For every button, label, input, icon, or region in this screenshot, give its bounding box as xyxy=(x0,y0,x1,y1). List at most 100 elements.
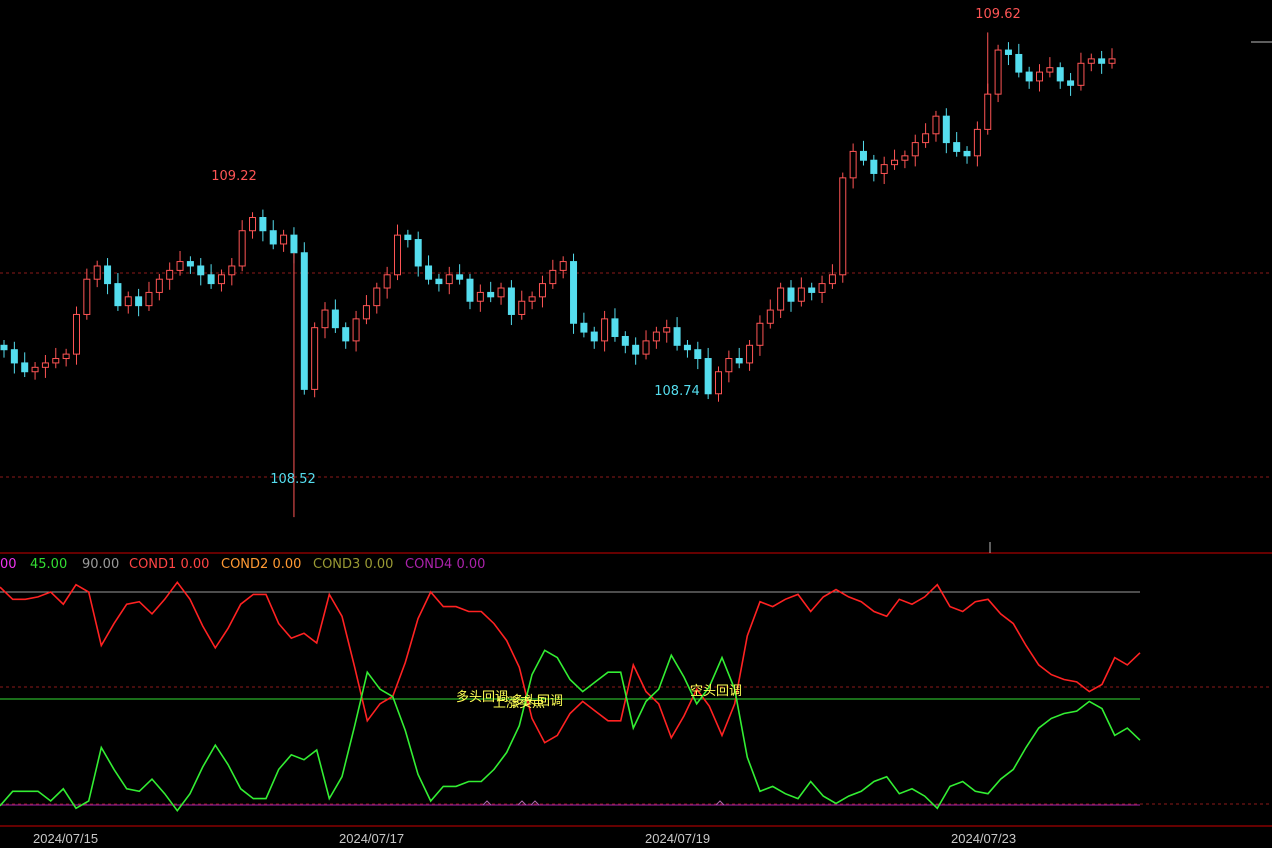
candle-body xyxy=(891,159,899,166)
candle-body xyxy=(538,283,546,298)
candle-body xyxy=(942,115,950,144)
candle-body xyxy=(331,309,339,329)
candle-body xyxy=(859,150,867,161)
candle-body xyxy=(973,128,981,157)
indicator-legend: 00 45.00 90.00 COND1 0.00 COND2 0.00 CON… xyxy=(0,557,485,572)
signal-label-3: 多头回调 xyxy=(511,693,563,709)
candle-body xyxy=(280,234,288,245)
candle-body xyxy=(911,142,919,157)
candle-body xyxy=(787,287,795,302)
legend-item-cond1: COND1 0.00 xyxy=(129,557,209,572)
candle-body xyxy=(497,287,505,298)
candle-body xyxy=(435,278,443,285)
candle-body xyxy=(839,177,847,276)
candle-body xyxy=(217,274,225,285)
legend-item-0: 00 xyxy=(0,557,17,572)
candle-body xyxy=(114,283,122,307)
candle-body xyxy=(445,274,453,285)
candle-body xyxy=(249,217,257,232)
legend-item-cond4: COND4 0.00 xyxy=(405,557,485,572)
legend-item-cond3: COND3 0.00 xyxy=(313,557,393,572)
candle-body xyxy=(207,274,215,285)
candle-body xyxy=(528,296,536,302)
candle-body xyxy=(425,265,433,280)
price-panel[interactable]: 109.62 109.22 108.74 108.52 xyxy=(0,7,1272,518)
candle-body xyxy=(746,344,754,364)
indicator-line-red xyxy=(0,580,1141,744)
legend-item-cond2: COND2 0.00 xyxy=(221,557,301,572)
candle-body xyxy=(932,115,940,135)
candle-body xyxy=(259,217,267,232)
legend-item-45: 45.00 xyxy=(30,557,67,572)
signal-markers xyxy=(482,800,725,806)
candle-body xyxy=(104,265,112,285)
candle-body xyxy=(476,291,484,302)
candle-body xyxy=(735,358,743,364)
candle-body xyxy=(1025,71,1033,82)
candle-body xyxy=(611,318,619,337)
candle-body xyxy=(1087,58,1095,64)
indicator-line-green xyxy=(0,649,1141,813)
candle-body xyxy=(984,93,992,130)
candle-body xyxy=(228,265,236,276)
candle-body xyxy=(362,305,370,320)
candle-body xyxy=(393,234,401,276)
candles-group xyxy=(0,32,1116,518)
date-label-2: 2024/07/17 xyxy=(339,831,404,846)
candle-body xyxy=(570,261,578,324)
candle-body xyxy=(1046,67,1054,73)
candle-body xyxy=(52,358,60,364)
candle-body xyxy=(507,287,515,315)
low-label-2: 108.52 xyxy=(270,472,316,487)
candle-body xyxy=(414,239,422,267)
candle-body xyxy=(642,340,650,355)
candle-body xyxy=(704,358,712,395)
candle-body xyxy=(621,335,629,346)
candle-body xyxy=(963,150,971,157)
candle-body xyxy=(487,291,495,298)
candle-body xyxy=(601,318,609,342)
candle-body xyxy=(901,155,909,161)
candle-body xyxy=(1077,62,1085,86)
candle-body xyxy=(797,287,805,302)
candle-body xyxy=(683,344,691,351)
candle-body xyxy=(352,318,360,342)
trading-chart[interactable]: 109.62 109.22 108.74 108.52 00 45.00 90.… xyxy=(0,0,1272,848)
candle-body xyxy=(818,283,826,293)
candle-body xyxy=(269,230,277,245)
candle-body xyxy=(808,287,816,293)
candle-body xyxy=(777,287,785,311)
candle-body xyxy=(953,142,961,152)
candle-body xyxy=(590,331,598,342)
candle-body xyxy=(1004,49,1012,55)
candle-body xyxy=(922,133,930,144)
candle-body xyxy=(321,309,329,329)
candle-body xyxy=(155,278,163,293)
candle-body xyxy=(41,362,49,368)
candle-body xyxy=(756,322,764,346)
candle-body xyxy=(197,265,205,276)
candle-body xyxy=(880,164,888,174)
candle-body xyxy=(124,296,132,307)
candle-body xyxy=(1036,71,1044,82)
candle-body xyxy=(1098,58,1106,64)
candle-body xyxy=(580,322,588,333)
indicator-panel[interactable]: 多头回调 上涨卖点 多头回调 空头回调 xyxy=(0,580,1272,813)
candle-body xyxy=(663,327,671,333)
candle-body xyxy=(870,159,878,174)
candle-body xyxy=(145,291,153,307)
candle-body xyxy=(62,353,70,360)
candle-body xyxy=(186,261,194,267)
candle-body xyxy=(632,344,640,355)
high-label-1: 109.62 xyxy=(975,7,1021,22)
candle-body xyxy=(725,358,733,373)
candle-body xyxy=(290,234,298,254)
candle-body xyxy=(673,327,681,346)
candle-body xyxy=(1015,53,1023,73)
candle-body xyxy=(21,362,29,373)
candle-body xyxy=(342,327,350,342)
date-label-4: 2024/07/23 xyxy=(951,831,1016,846)
candle-body xyxy=(549,269,557,285)
candle-body xyxy=(72,313,80,355)
candle-body xyxy=(404,234,412,241)
